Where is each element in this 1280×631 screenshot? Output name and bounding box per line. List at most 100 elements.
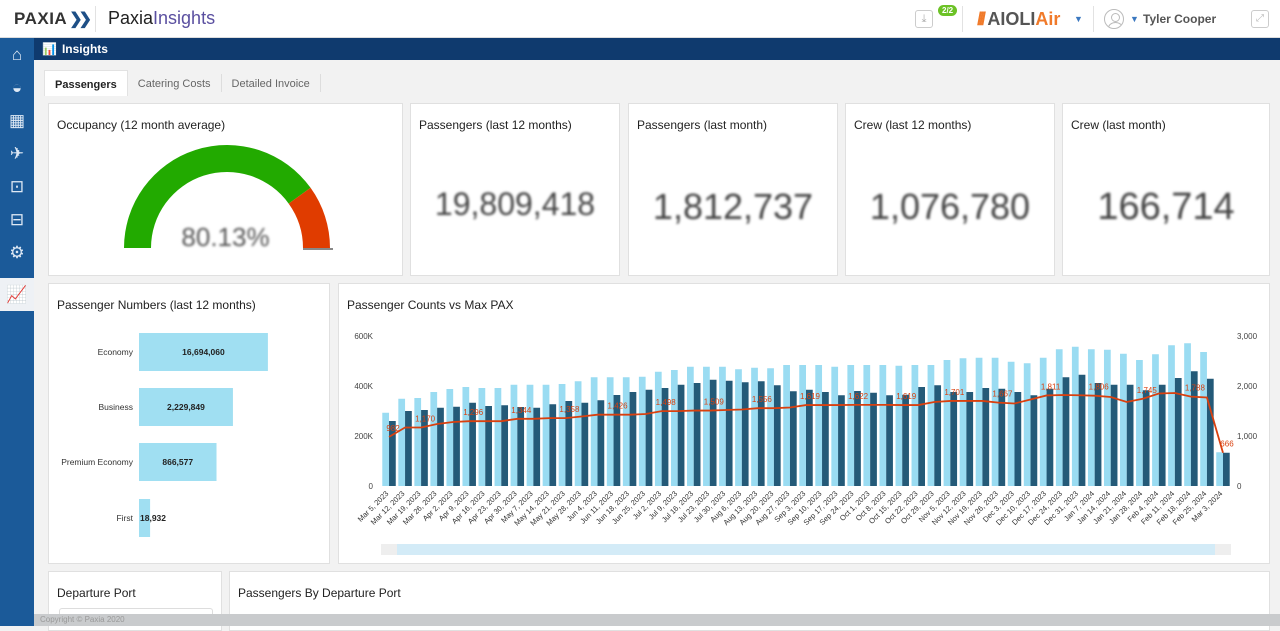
passenger-count-bar [1078, 374, 1086, 486]
passenger-count-bar [918, 387, 925, 486]
passenger-count-bar [886, 395, 893, 486]
passenger-count-bar [950, 392, 958, 486]
passenger-count-bar [1014, 392, 1022, 486]
sidebar-item-finance[interactable]: ⊡ [0, 170, 34, 203]
app-title-suffix: Insights [153, 8, 216, 28]
category-label: Economy [98, 347, 134, 357]
fullscreen-button[interactable]: ⤢ [1251, 10, 1269, 28]
data-label: 18,932 [140, 513, 166, 523]
section-header: 📊 Insights [34, 38, 1280, 60]
max-pax-bar [895, 365, 903, 486]
line-data-label: 1,619 [896, 392, 917, 401]
passenger-count-bar [453, 406, 460, 486]
max-pax-bar [654, 371, 662, 486]
sidebar-item-calendar[interactable]: ▦ [0, 104, 34, 137]
occupancy-card: Occupancy (12 month average) 80.13% [48, 103, 403, 276]
paxia-logo[interactable]: PAXIA ❯❯ [14, 9, 92, 29]
max-pax-bar [1071, 346, 1079, 486]
line-data-label: 1,170 [415, 415, 436, 424]
passenger-count-bar [709, 379, 717, 486]
passenger-count-bar [934, 385, 942, 486]
max-pax-bar [1087, 349, 1095, 486]
category-label: Business [99, 402, 134, 412]
max-pax-bar [735, 369, 742, 486]
max-pax-bar [927, 365, 935, 486]
passenger-count-bar [902, 394, 909, 486]
max-pax-bar [847, 365, 855, 486]
max-pax-bar [494, 388, 502, 486]
chart-scrollbar[interactable] [381, 544, 1231, 555]
sidebar-item-home[interactable]: ⌂ [0, 38, 34, 71]
max-pax-bar [815, 365, 823, 486]
max-pax-bar [1007, 361, 1015, 486]
max-pax-bar [526, 384, 534, 486]
passenger-count-bar [773, 385, 781, 486]
tab-passengers[interactable]: Passengers [44, 70, 128, 96]
max-pax-bar [911, 365, 919, 486]
passenger-count-bar [485, 406, 492, 486]
sidebar-item-warehouse[interactable]: ⚙ [0, 236, 34, 269]
passenger-count-bar [1158, 384, 1166, 486]
data-label: 16,694,060 [182, 347, 225, 357]
line-data-label: 1,622 [848, 392, 869, 401]
passenger-counts-chart: 0 200K 400K 600K 0 1,000 2,000 3,000 982 1,170 1,2… [354, 332, 1258, 555]
passenger-count-bar [1094, 383, 1102, 486]
download-button[interactable]: ⤓ [915, 10, 933, 28]
line-data-label: 1,788 [1185, 384, 1206, 393]
occupancy-value: 80.13% [181, 222, 270, 252]
passenger-count-bar [677, 384, 685, 486]
y-left-tick: 400K [354, 382, 373, 391]
max-pax-bar [414, 398, 422, 486]
kpi-value: 1,076,780 [869, 186, 1031, 227]
scrollbar-handle-right[interactable] [1215, 544, 1231, 555]
line-data-label: 1,296 [463, 408, 484, 417]
max-pax-bar [622, 377, 630, 486]
sidebar-item-insights[interactable]: 📈 [0, 278, 34, 311]
chevron-down-icon[interactable]: ▼ [1130, 14, 1139, 24]
user-avatar[interactable] [1104, 9, 1124, 29]
max-pax-bar [1136, 360, 1143, 486]
passenger-count-bar [982, 388, 990, 486]
passenger-count-bar [597, 400, 605, 486]
passenger-count-bar [1110, 384, 1118, 486]
passenger-count-bar [549, 404, 557, 486]
tab-catering-costs[interactable]: Catering Costs [128, 74, 222, 92]
line-data-label: 1,509 [704, 398, 725, 407]
max-pax-bar [783, 365, 790, 486]
y-right-tick: 2,000 [1237, 382, 1258, 391]
max-pax-bar [1023, 363, 1031, 486]
passenger-count-bar [645, 389, 653, 486]
divider [1093, 6, 1094, 32]
tab-detailed-invoice[interactable]: Detailed Invoice [222, 74, 321, 92]
max-pax-bar [879, 365, 887, 486]
warehouse-icon: ⚙ [9, 242, 25, 262]
y-right-tick: 0 [1237, 482, 1242, 491]
scrollbar-handle-left[interactable] [381, 544, 397, 555]
sidebar-item-flights[interactable]: ✈ [0, 137, 34, 170]
max-pax-bar [574, 381, 582, 486]
sidebar-item-trolley[interactable]: ⊟ [0, 203, 34, 236]
max-pax-bar [1184, 343, 1191, 486]
kpi-card: Crew (last 12 months) 1,076,780 [845, 103, 1055, 276]
line-data-label: 1,556 [752, 395, 773, 404]
max-pax-bar [719, 366, 726, 486]
line-data-label: 1,344 [511, 406, 532, 415]
airline-logo-icon: /// [977, 9, 986, 29]
data-label: 866,577 [162, 457, 193, 467]
card-title: Passengers (last 12 months) [419, 118, 572, 132]
airline-selector[interactable]: /// AIOLIAir [977, 9, 1060, 30]
user-name[interactable]: Tyler Cooper [1143, 12, 1216, 26]
line-data-label: 982 [386, 424, 400, 433]
top-header: PAXIA ❯❯ PaxiaInsights ⤓ 2/2 /// AIOLIAir… [0, 0, 1280, 38]
app-title-prefix: Paxia [108, 8, 154, 28]
catering-cloche-icon: ◒ [11, 77, 23, 97]
passenger-count-bar [1142, 390, 1150, 486]
chevron-down-icon[interactable]: ▼ [1074, 14, 1083, 24]
sidebar-item-catering[interactable]: ◒ [0, 71, 34, 104]
max-pax-bar [398, 398, 406, 486]
passenger-count-bar [1062, 377, 1070, 486]
card-title: Departure Port [57, 586, 136, 600]
line-data-label: 1,358 [559, 405, 580, 414]
category-label: First [116, 513, 133, 523]
passenger-class-chart: Economy 16,694,060 Business 2,229,849 Premiu… [61, 333, 268, 537]
